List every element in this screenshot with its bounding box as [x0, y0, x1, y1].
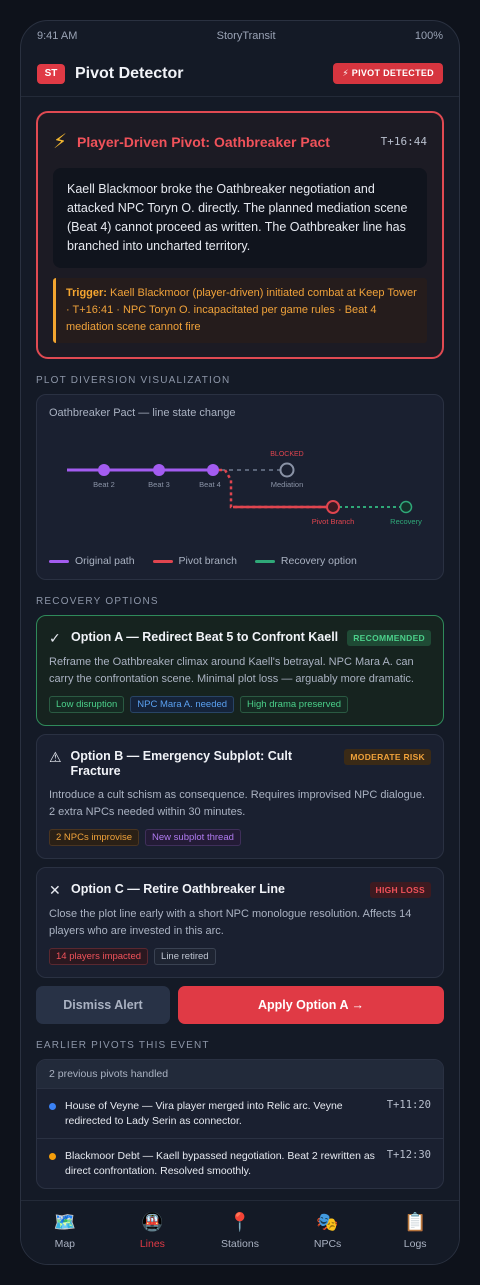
diversion-diagram: Beat 2 Beat 3 Beat 4 BLOCKED Mediation P…	[67, 451, 422, 526]
high-loss-tag: HIGH LOSS	[369, 882, 431, 898]
blocked-label: BLOCKED	[270, 451, 303, 458]
option-a-card[interactable]: ✓ Option A — Redirect Beat 5 to Confront…	[36, 615, 444, 726]
close-icon: ✕	[49, 882, 61, 898]
pivot-branch-label: Pivot Branch	[312, 517, 355, 526]
beat-3-node[interactable]	[153, 464, 165, 476]
legend-recovery: Recovery option	[254, 555, 357, 567]
legend-pivot-label: Pivot branch	[178, 555, 237, 567]
pivot-detected-badge[interactable]: ⚡ PIVOT DETECTED	[333, 63, 443, 84]
app-logo: ST	[37, 63, 65, 84]
option-b-description: Introduce a cult schism as consequence. …	[49, 789, 426, 818]
beat-4-node[interactable]	[207, 464, 219, 476]
beat-4-label: Beat 4	[199, 480, 221, 489]
dismiss-alert-button[interactable]: Dismiss Alert	[36, 986, 170, 1024]
tab-label: Stations	[221, 1238, 259, 1250]
option-c-chip: Line retired	[154, 948, 216, 965]
viz-legend: Original path Pivot branch Recovery opti…	[49, 555, 357, 567]
status-battery: 100%	[414, 30, 443, 42]
tab-map[interactable]: 🗺️ Map	[30, 1212, 100, 1250]
brand: ST Pivot Detector	[37, 63, 184, 84]
option-a-chip: High drama preserved	[240, 696, 349, 713]
main-content: ⚡ Player-Driven Pivot: Oathbreaker Pact …	[21, 97, 459, 1189]
tab-logs[interactable]: 📋 Logs	[380, 1212, 450, 1250]
page-title: Pivot Detector	[75, 64, 184, 82]
alert-description: Kaell Blackmoor broke the Oathbreaker ne…	[53, 168, 427, 268]
clipboard-icon: 📋	[403, 1212, 427, 1232]
lightning-icon: ⚡	[53, 131, 68, 153]
pivot-summary: House of Veyne — Vira player merged into…	[65, 1100, 343, 1127]
viz-title: Oathbreaker Pact — line state change	[49, 407, 236, 419]
option-c-description: Close the plot line early with a short N…	[49, 908, 412, 937]
option-a-chip: Low disruption	[49, 696, 125, 713]
action-bar: Dismiss Alert Apply Option A →	[36, 986, 444, 1024]
mediation-label: Mediation	[271, 480, 304, 489]
mediation-node[interactable]	[279, 462, 295, 478]
moderate-risk-tag: MODERATE RISK	[344, 749, 431, 765]
beat-2-node[interactable]	[98, 464, 110, 476]
recovery-node[interactable]	[399, 500, 413, 514]
option-b-card[interactable]: ⚠ Option B — Emergency Subplot: Cult Fra…	[36, 734, 444, 859]
pivot-time: T+11:20	[386, 1099, 431, 1111]
map-icon: 🗺️	[53, 1212, 76, 1232]
masks-icon: 🎭	[316, 1212, 339, 1232]
alert-title: Player-Driven Pivot: Oathbreaker Pact	[77, 133, 330, 150]
pivot-alert-card: ⚡ Player-Driven Pivot: Oathbreaker Pact …	[36, 111, 444, 359]
trigger-label: Trigger:	[66, 287, 107, 299]
pin-icon: 📍	[228, 1212, 252, 1232]
status-dot	[49, 1153, 56, 1160]
status-carrier: StoryTransit	[216, 30, 276, 42]
trigger-note: Trigger: Kaell Blackmoor (player-driven)…	[53, 278, 427, 343]
status-time: 9:41 AM	[37, 30, 78, 42]
option-b-chip: 2 NPCs improvise	[49, 829, 140, 846]
recovery-label: Recovery	[390, 517, 422, 526]
pivot-time: T+12:30	[386, 1149, 431, 1161]
legend-swatch-original	[49, 559, 69, 563]
tab-label: Logs	[403, 1238, 427, 1250]
tab-lines[interactable]: 🚇 Lines	[117, 1212, 187, 1250]
tab-label: Lines	[139, 1238, 165, 1250]
alert-timestamp: T+16:44	[380, 135, 427, 148]
app-header: ST Pivot Detector ⚡ PIVOT DETECTED	[21, 51, 459, 97]
tab-npcs[interactable]: 🎭 NPCs	[293, 1212, 363, 1250]
status-bar: 9:41 AM StoryTransit 100%	[21, 21, 459, 51]
option-b-title: Option B — Emergency Subplot: Cult Fract…	[70, 749, 293, 778]
list-item[interactable]: House of Veyne — Vira player merged into…	[37, 1088, 443, 1138]
bottom-tab-bar: 🗺️ Map 🚇 Lines 📍 Stations 🎭 NPCs 📋 Logs	[21, 1200, 459, 1264]
option-a-title: Option A — Redirect Beat 5 to Confront K…	[71, 630, 339, 644]
legend-recovery-label: Recovery option	[280, 555, 357, 567]
recovery-section-label: RECOVERY OPTIONS	[36, 596, 159, 607]
legend-pivot: Pivot branch	[152, 555, 237, 567]
trigger-text: Kaell Blackmoor (player-driven) initiate…	[66, 287, 417, 333]
apply-option-button[interactable]: Apply Option A →	[178, 986, 444, 1024]
legend-swatch-recovery	[254, 559, 275, 563]
plot-diversion-visualization: Oathbreaker Pact — line state change Bea…	[36, 394, 444, 580]
option-c-card[interactable]: ✕ Option C — Retire Oathbreaker Line HIG…	[36, 867, 444, 978]
warning-icon: ⚠	[49, 749, 62, 765]
option-a-description: Reframe the Oathbreaker climax around Ka…	[49, 656, 414, 685]
pivot-branch-node[interactable]	[326, 500, 340, 514]
status-dot	[49, 1103, 56, 1110]
tab-label: Map	[54, 1238, 76, 1250]
check-icon: ✓	[49, 630, 61, 646]
viz-section-label: PLOT DIVERSION VISUALIZATION	[36, 375, 231, 386]
option-b-chip: New subplot thread	[145, 829, 241, 846]
earlier-pivots-list: 2 previous pivots handled House of Veyne…	[36, 1059, 444, 1189]
list-item[interactable]: Blackmoor Debt — Kaell bypassed negotiat…	[37, 1138, 443, 1188]
tab-label: NPCs	[313, 1238, 342, 1250]
earlier-section-label: EARLIER PIVOTS THIS EVENT	[36, 1040, 210, 1051]
legend-original: Original path	[49, 555, 135, 567]
recommended-tag: RECOMMENDED	[347, 630, 431, 646]
legend-swatch-pivot	[152, 559, 173, 563]
beat-3-label: Beat 3	[148, 480, 170, 489]
earlier-pivots-header: 2 previous pivots handled	[37, 1060, 443, 1088]
option-c-chip: 14 players impacted	[49, 948, 149, 965]
beat-2-label: Beat 2	[93, 480, 115, 489]
train-icon: 🚇	[141, 1212, 164, 1232]
tab-stations[interactable]: 📍 Stations	[205, 1212, 275, 1250]
pivot-summary: Blackmoor Debt — Kaell bypassed negotiat…	[65, 1150, 375, 1177]
legend-original-label: Original path	[75, 555, 135, 567]
option-c-title: Option C — Retire Oathbreaker Line	[71, 882, 285, 896]
option-a-chip: NPC Mara A. needed	[130, 696, 235, 713]
phone-frame: 9:41 AM StoryTransit 100% ST Pivot Detec…	[20, 20, 460, 1265]
